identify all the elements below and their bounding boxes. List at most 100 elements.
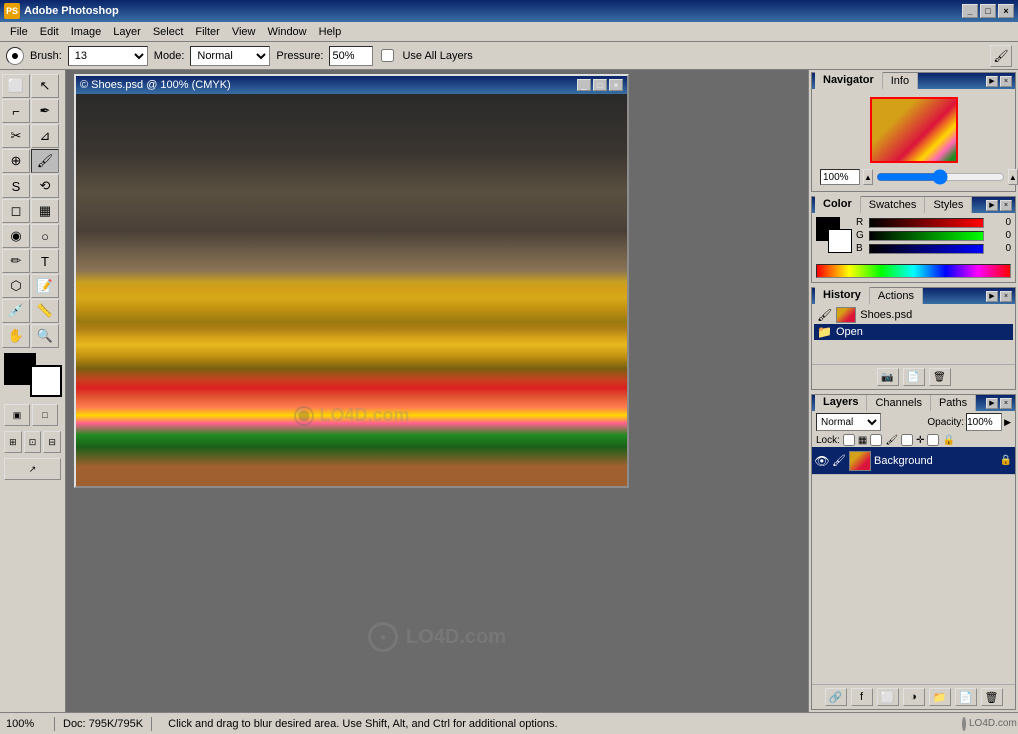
path-tool[interactable]: ✏ <box>2 249 30 273</box>
window-controls[interactable]: _ □ × <box>962 4 1014 18</box>
navigator-zoom-input[interactable] <box>820 169 860 185</box>
menu-image[interactable]: Image <box>65 24 108 40</box>
history-brush-tool[interactable]: ⟲ <box>31 174 59 198</box>
hand-tool[interactable]: ✋ <box>2 324 30 348</box>
close-button[interactable]: × <box>998 4 1014 18</box>
menu-view[interactable]: View <box>226 24 262 40</box>
tab-actions[interactable]: Actions <box>870 288 923 304</box>
text-tool[interactable]: T <box>31 249 59 273</box>
layers-controls[interactable]: ▶ × <box>986 398 1012 409</box>
navigator-close-btn[interactable]: × <box>1000 76 1012 87</box>
background-color[interactable] <box>30 365 62 397</box>
brush-tool active[interactable]: 🖌 <box>31 149 59 173</box>
tab-swatches[interactable]: Swatches <box>861 197 926 213</box>
opacity-input[interactable] <box>966 413 1002 431</box>
delete-state-btn[interactable]: 🗑 <box>929 368 951 386</box>
brush-size-select[interactable]: 13 <box>68 46 148 66</box>
blur-tool[interactable]: ◉ <box>2 224 30 248</box>
navigator-menu-btn[interactable]: ▶ <box>986 76 998 87</box>
tab-paths[interactable]: Paths <box>931 395 976 411</box>
layer-mask-btn[interactable]: ⬜ <box>877 688 899 706</box>
lasso-tool[interactable]: ⌐ <box>2 99 30 123</box>
zoom-in-btn[interactable]: ▲ <box>1008 169 1018 185</box>
navigator-preview[interactable] <box>870 97 958 163</box>
new-adjustment-btn[interactable]: ◑ <box>903 688 925 706</box>
clone-stamp-tool[interactable]: S <box>2 174 30 198</box>
tab-channels[interactable]: Channels <box>867 395 930 411</box>
layer-style-btn[interactable]: f <box>851 688 873 706</box>
new-layer-btn[interactable]: 📄 <box>955 688 977 706</box>
lock-transparent-px[interactable] <box>843 434 855 446</box>
navigator-slider[interactable] <box>876 170 1005 184</box>
pressure-input[interactable] <box>329 46 373 66</box>
tab-navigator[interactable]: Navigator <box>815 72 883 90</box>
gradient-tool[interactable]: ▦ <box>31 199 59 223</box>
minimize-button[interactable]: _ <box>962 4 978 18</box>
tab-styles[interactable]: Styles <box>925 197 972 213</box>
history-item-1[interactable]: 🖌 Shoes.psd <box>814 306 1013 324</box>
healing-tool[interactable]: ⊕ <box>2 149 30 173</box>
tab-color[interactable]: Color <box>815 196 861 214</box>
dodge-tool[interactable]: ○ <box>31 224 59 248</box>
document-content[interactable]: LO4D.com <box>76 94 627 486</box>
zoom-out-btn[interactable]: ▲ <box>863 169 873 185</box>
color-menu-btn[interactable]: ▶ <box>986 200 998 211</box>
doc-maximize[interactable]: □ <box>593 79 607 91</box>
navigator-controls[interactable]: ▶ × <box>986 76 1012 87</box>
layer-link-btn[interactable]: 🔗 <box>825 688 847 706</box>
menu-file[interactable]: File <box>4 24 34 40</box>
color-spectrum-bar[interactable] <box>816 264 1011 278</box>
brush-preview[interactable] <box>6 47 24 65</box>
color-close-btn[interactable]: × <box>1000 200 1012 211</box>
measure-tool[interactable]: 📏 <box>31 299 59 323</box>
menu-select[interactable]: Select <box>147 24 190 40</box>
layer-item-background[interactable]: 👁 🖌 Background 🔒 <box>812 447 1015 475</box>
marquee-tool[interactable]: ⬜ <box>2 74 30 98</box>
magic-wand-tool[interactable]: ✒ <box>31 99 59 123</box>
layers-blend-mode[interactable]: Normal <box>816 413 881 431</box>
new-snapshot-btn[interactable]: 📷 <box>877 368 899 386</box>
shape-tool[interactable]: ⬡ <box>2 274 30 298</box>
delete-layer-btn[interactable]: 🗑 <box>981 688 1003 706</box>
options-extra-button[interactable]: 🖌 <box>990 45 1012 67</box>
blend-mode-select[interactable]: Normal <box>190 46 270 66</box>
menu-help[interactable]: Help <box>313 24 348 40</box>
standard-screen[interactable]: ⊞ <box>4 431 22 453</box>
doc-close[interactable]: × <box>609 79 623 91</box>
menu-edit[interactable]: Edit <box>34 24 65 40</box>
full-screen-menu[interactable]: ⊡ <box>24 431 42 453</box>
menu-filter[interactable]: Filter <box>189 24 225 40</box>
menu-window[interactable]: Window <box>262 24 313 40</box>
layers-close-btn[interactable]: × <box>1000 398 1012 409</box>
new-doc-from-state-btn[interactable]: 📄 <box>903 368 925 386</box>
history-menu-btn[interactable]: ▶ <box>986 291 998 302</box>
jump-to-imageready[interactable]: ↗ <box>4 458 61 480</box>
slice-tool[interactable]: ⊿ <box>31 124 59 148</box>
new-group-btn[interactable]: 📁 <box>929 688 951 706</box>
lock-all[interactable] <box>927 434 939 446</box>
doc-minimize[interactable]: _ <box>577 79 591 91</box>
zoom-tool[interactable]: 🔍 <box>31 324 59 348</box>
lock-position[interactable] <box>901 434 913 446</box>
full-screen[interactable]: ⊟ <box>43 431 61 453</box>
history-item-2[interactable]: 📁 Open <box>814 324 1013 340</box>
crop-tool[interactable]: ✂ <box>2 124 30 148</box>
lock-image-px[interactable] <box>870 434 882 446</box>
menu-layer[interactable]: Layer <box>107 24 147 40</box>
quick-mask-mode[interactable]: ▣ <box>4 404 30 426</box>
background-swatch[interactable] <box>828 229 852 253</box>
notes-tool[interactable]: 📝 <box>31 274 59 298</box>
layer-edit-btn[interactable]: 🖌 <box>832 454 846 468</box>
canvas-area[interactable]: © Shoes.psd @ 100% (CMYK) _ □ × LO4D.com… <box>66 70 808 712</box>
tab-history[interactable]: History <box>815 287 870 305</box>
tab-layers[interactable]: Layers <box>815 394 867 412</box>
standard-mode[interactable]: □ <box>32 404 58 426</box>
eraser-tool[interactable]: ◻ <box>2 199 30 223</box>
color-controls[interactable]: ▶ × <box>986 200 1012 211</box>
doc-window-controls[interactable]: _ □ × <box>577 79 623 91</box>
tab-info[interactable]: Info <box>883 73 918 89</box>
move-tool[interactable]: ↖ <box>31 74 59 98</box>
eyedropper-tool[interactable]: 💉 <box>2 299 30 323</box>
maximize-button[interactable]: □ <box>980 4 996 18</box>
opacity-arrow[interactable]: ▶ <box>1004 417 1011 428</box>
